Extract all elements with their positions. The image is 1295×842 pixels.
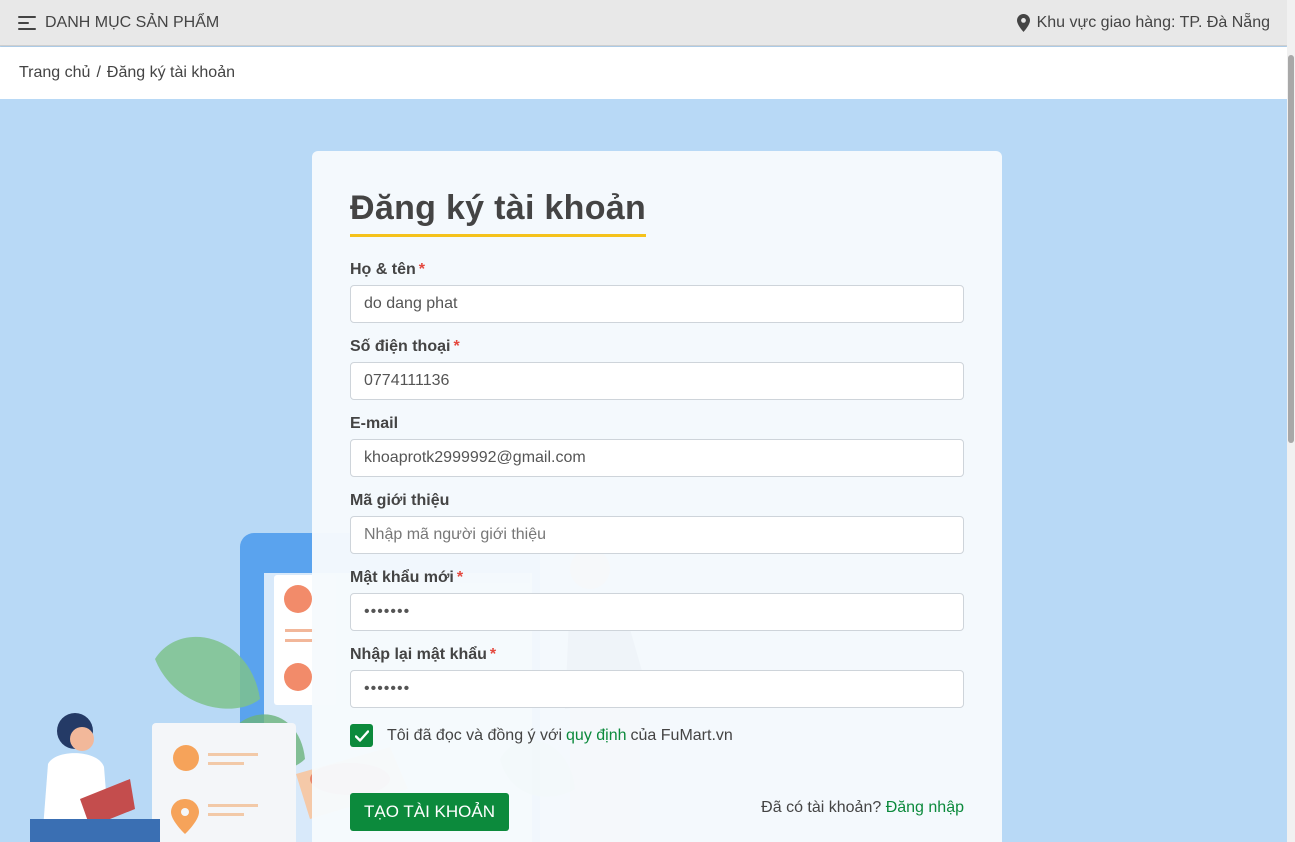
referral-input[interactable] [350, 516, 964, 554]
top-bar: DANH MỤC SẢN PHẨM Khu vực giao hàng: TP.… [0, 0, 1287, 46]
full-name-input[interactable] [350, 285, 964, 323]
breadcrumb-separator: / [96, 64, 101, 81]
password-group: Mật khẩu mới * [350, 569, 964, 631]
register-card: Đăng ký tài khoản Họ & tên* Số điện thoạ… [312, 151, 1002, 842]
phone-group: Số điện thoại * [350, 338, 964, 400]
password-confirm-label: Nhập lại mật khẩu * [350, 646, 497, 663]
checkmark-icon [354, 729, 369, 742]
login-hint: Đã có tài khoản? Đăng nhập [761, 799, 964, 817]
breadcrumb-home-link[interactable]: Trang chủ [19, 64, 90, 82]
delivery-area-label: Khu vực giao hàng: TP. Đà Nẵng [1036, 13, 1270, 31]
email-group: E-mail [350, 415, 964, 477]
login-link[interactable]: Đăng nhập [886, 799, 964, 816]
hamburger-icon [18, 15, 36, 30]
phone-input[interactable] [350, 362, 964, 400]
terms-link[interactable]: quy định [566, 727, 627, 745]
product-category-menu[interactable]: DANH MỤC SẢN PHẨM [18, 14, 219, 32]
required-mark: * [418, 261, 426, 278]
required-mark: * [456, 569, 464, 586]
page-scrollbar[interactable] [1287, 0, 1295, 842]
login-prompt: Đã có tài khoản? [761, 799, 882, 816]
map-pin-icon [1016, 13, 1030, 32]
terms-text-after: của FuMart.vn [630, 726, 733, 744]
terms-checkbox[interactable] [350, 724, 373, 747]
password-confirm-input[interactable] [350, 670, 964, 708]
delivery-area-selector[interactable]: Khu vực giao hàng: TP. Đà Nẵng [1016, 13, 1270, 32]
full-name-group: Họ & tên * [350, 261, 964, 323]
password-input[interactable] [350, 593, 964, 631]
phone-label: Số điện thoại * [350, 338, 460, 355]
full-name-label: Họ & tên * [350, 261, 426, 278]
terms-agreement: Tôi đã đọc và đồng ý với quy định của Fu… [350, 724, 964, 747]
referral-group: Mã giới thiệu [350, 492, 964, 554]
required-mark: * [453, 338, 460, 355]
breadcrumb-current: Đăng ký tài khoản [106, 64, 235, 81]
password-label: Mật khẩu mới * [350, 569, 464, 586]
email-input[interactable] [350, 439, 964, 477]
referral-label: Mã giới thiệu [350, 492, 450, 509]
email-label: E-mail [350, 415, 399, 432]
password-confirm-group: Nhập lại mật khẩu * [350, 646, 964, 708]
product-category-label: DANH MỤC SẢN PHẨM [45, 13, 220, 31]
scrollbar-thumb[interactable] [1288, 55, 1294, 443]
form-actions: TẠO TÀI KHOẢN Đã có tài khoản? Đăng nhập [350, 793, 964, 831]
page-title: Đăng ký tài khoản [350, 189, 647, 237]
required-mark: * [489, 646, 497, 663]
create-account-button[interactable]: TẠO TÀI KHOẢN [350, 793, 509, 831]
terms-text-before: Tôi đã đọc và đồng ý với [387, 726, 563, 744]
breadcrumb: Trang chủ / Đăng ký tài khoản [0, 47, 1287, 99]
